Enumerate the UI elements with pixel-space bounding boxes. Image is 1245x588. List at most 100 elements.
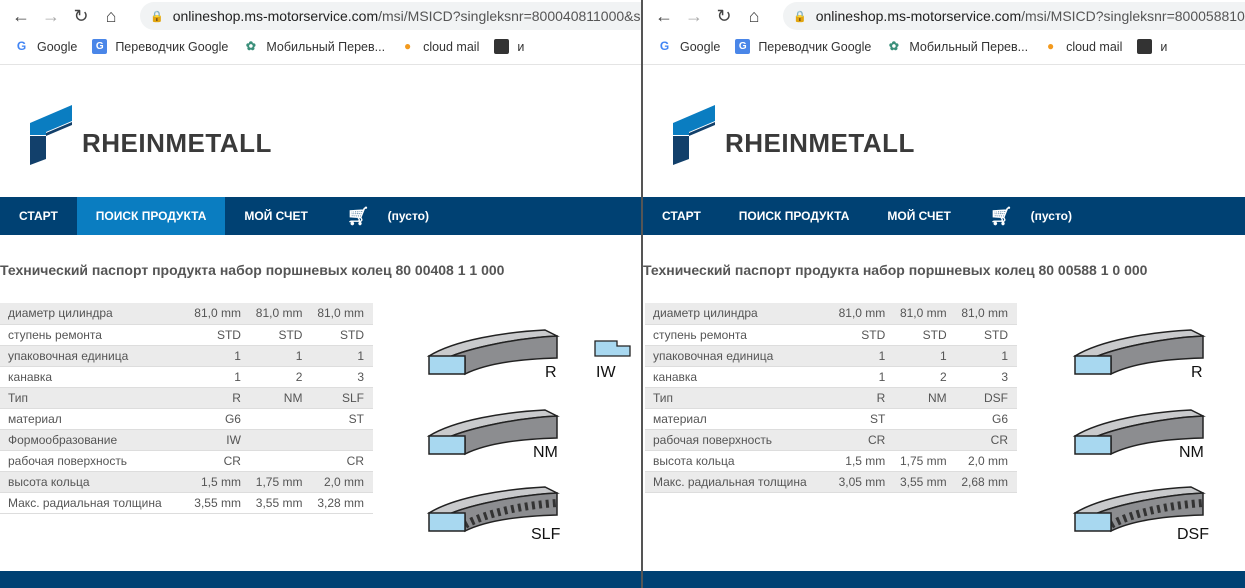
spec-value: 1 xyxy=(894,345,956,367)
url-path: /msi/MSICD?singleksnr=800040811000&s... xyxy=(378,8,641,24)
rheinmetall-logo[interactable]: RHEINMETALL xyxy=(30,105,272,165)
back-arrow-icon[interactable]: ← xyxy=(649,6,679,27)
spec-value: 1,75 mm xyxy=(894,450,956,472)
spec-value: 1 xyxy=(188,345,250,367)
back-arrow-icon[interactable]: ← xyxy=(6,6,36,27)
spec-value xyxy=(249,450,312,472)
rheinmetall-logo[interactable]: RHEINMETALL xyxy=(673,105,915,165)
emblem-icon: ✿ xyxy=(245,39,256,53)
spec-value: R xyxy=(832,387,895,409)
spec-label: Тип xyxy=(0,387,189,409)
spec-label: канавка xyxy=(645,366,833,388)
home-icon[interactable]: ⌂ xyxy=(739,6,769,27)
spec-value: 1,75 mm xyxy=(249,471,312,493)
nav-start[interactable]: СТАРТ xyxy=(643,197,720,235)
bookmark-cloud-mail[interactable]: ● cloud mail xyxy=(1043,39,1122,54)
bookmark-label: cloud mail xyxy=(1066,39,1123,54)
forward-arrow-icon[interactable]: → xyxy=(36,6,66,27)
spec-value: NM xyxy=(894,387,956,409)
spec-label: ступень ремонта xyxy=(0,324,189,346)
cart-icon[interactable]: 🛒︎ xyxy=(990,206,1013,227)
reload-icon[interactable]: ↻ xyxy=(709,6,739,27)
bookmark-cloud-mail[interactable]: ● cloud mail xyxy=(400,39,479,54)
cart-status[interactable]: (пусто) xyxy=(388,209,429,223)
spec-value: STD xyxy=(311,324,373,346)
bookmark-label: и xyxy=(517,39,525,54)
divider xyxy=(0,64,641,65)
spec-value: 1 xyxy=(311,345,373,367)
bookmark-translate[interactable]: G Переводчик Google xyxy=(735,39,871,54)
spec-value: ST xyxy=(832,408,895,430)
nav-start[interactable]: СТАРТ xyxy=(0,197,77,235)
url-host: onlineshop.ms-motorservice.com xyxy=(815,8,1022,24)
footer-bar xyxy=(0,571,641,588)
spec-value: IW xyxy=(188,429,250,451)
spec-value: CR xyxy=(955,429,1017,451)
nav-my-account[interactable]: МОЙ СЧЕТ xyxy=(225,197,326,235)
spec-value: 2,68 mm xyxy=(955,471,1017,493)
spec-value xyxy=(249,408,312,430)
bookmark-image[interactable]: и xyxy=(1137,39,1167,54)
spec-value: G6 xyxy=(188,408,250,430)
spec-value: STD xyxy=(955,324,1017,346)
page-title: Технический паспорт продукта набор поршн… xyxy=(0,262,505,278)
lock-icon: 🔒 xyxy=(793,10,807,23)
spec-table: диаметр цилиндра 81,0 mm 81,0 mm 81,0 mm сту… xyxy=(0,303,373,514)
bookmark-mobile[interactable]: ✿ Мобильный Перев... xyxy=(886,39,1028,54)
reload-icon[interactable]: ↻ xyxy=(66,6,96,27)
ring-label-r3: SLF xyxy=(531,526,561,543)
spec-value: 81,0 mm xyxy=(894,303,956,325)
page-title: Технический паспорт продукта набор поршн… xyxy=(643,262,1148,278)
bookmark-mobile[interactable]: ✿ Мобильный Перев... xyxy=(243,39,385,54)
translate-icon: G xyxy=(92,39,108,54)
forward-arrow-icon[interactable]: → xyxy=(679,6,709,27)
spec-value: DSF xyxy=(955,387,1017,409)
nav-product-search[interactable]: ПОИСК ПРОДУКТА xyxy=(720,197,869,235)
bookmark-translate[interactable]: G Переводчик Google xyxy=(92,39,228,54)
spec-value: 3,55 mm xyxy=(249,492,312,514)
bookmark-label: cloud mail xyxy=(423,39,480,54)
ring-label-r2: NM xyxy=(1179,444,1204,461)
browser-toolbar: ← → ↻ ⌂ 🔒 onlineshop.ms-motorservice.com… xyxy=(0,0,641,33)
cart-icon[interactable]: 🛒︎ xyxy=(347,206,370,227)
nav-my-account[interactable]: МОЙ СЧЕТ xyxy=(868,197,969,235)
table-row: Макс. радиальная толщина 3,05 mm 3,55 mm 2,… xyxy=(645,471,1017,493)
spec-value: CR xyxy=(311,450,373,472)
spec-value: CR xyxy=(188,450,250,472)
main-nav: СТАРТ ПОИСК ПРОДУКТА МОЙ СЧЕТ 🛒︎ (пусто) xyxy=(0,197,641,235)
spec-value: 1 xyxy=(832,345,895,367)
table-row: рабочая поверхность CR CR xyxy=(0,450,373,472)
bookmark-image[interactable]: и xyxy=(494,39,524,54)
spec-value: STD xyxy=(832,324,895,346)
divider xyxy=(643,64,1245,65)
spec-value: 3 xyxy=(955,366,1017,388)
spec-value: R xyxy=(188,387,250,409)
url-path: /msi/MSICD?singleksnr=8000588100 xyxy=(1021,8,1245,24)
table-row: диаметр цилиндра 81,0 mm 81,0 mm 81,0 mm xyxy=(645,303,1017,325)
address-bar[interactable]: 🔒 onlineshop.ms-motorservice.com/msi/MSI… xyxy=(783,2,1245,30)
bookmark-google[interactable]: G Google xyxy=(14,39,77,54)
spec-label: рабочая поверхность xyxy=(0,450,189,472)
table-row: материал ST G6 xyxy=(645,408,1017,430)
spec-label: высота кольца xyxy=(0,471,189,493)
spec-value: 1 xyxy=(249,345,312,367)
table-row: высота кольца 1,5 mm 1,75 mm 2,0 mm xyxy=(0,471,373,493)
footer-bar xyxy=(643,571,1245,588)
bookmark-google[interactable]: G Google xyxy=(657,39,720,54)
logo-mark-icon xyxy=(30,105,72,165)
cart-status[interactable]: (пусто) xyxy=(1031,209,1072,223)
spec-value: 1 xyxy=(188,366,250,388)
home-icon[interactable]: ⌂ xyxy=(96,6,126,27)
spec-label: ступень ремонта xyxy=(645,324,833,346)
emblem-icon: ✿ xyxy=(888,39,899,53)
address-bar[interactable]: 🔒 onlineshop.ms-motorservice.com/msi/MSI… xyxy=(140,2,641,30)
spec-value: 1,5 mm xyxy=(832,450,895,472)
spec-value: G6 xyxy=(955,408,1017,430)
piston-ring-r-icon xyxy=(426,329,560,376)
nav-product-search[interactable]: ПОИСК ПРОДУКТА xyxy=(76,197,226,235)
table-row: упаковочная единица 1 1 1 xyxy=(0,345,373,367)
table-row: упаковочная единица 1 1 1 xyxy=(645,345,1017,367)
browser-toolbar: ← → ↻ ⌂ 🔒 onlineshop.ms-motorservice.com… xyxy=(643,0,1245,33)
spec-value: 2 xyxy=(249,366,312,388)
lock-icon: 🔒 xyxy=(150,10,164,23)
